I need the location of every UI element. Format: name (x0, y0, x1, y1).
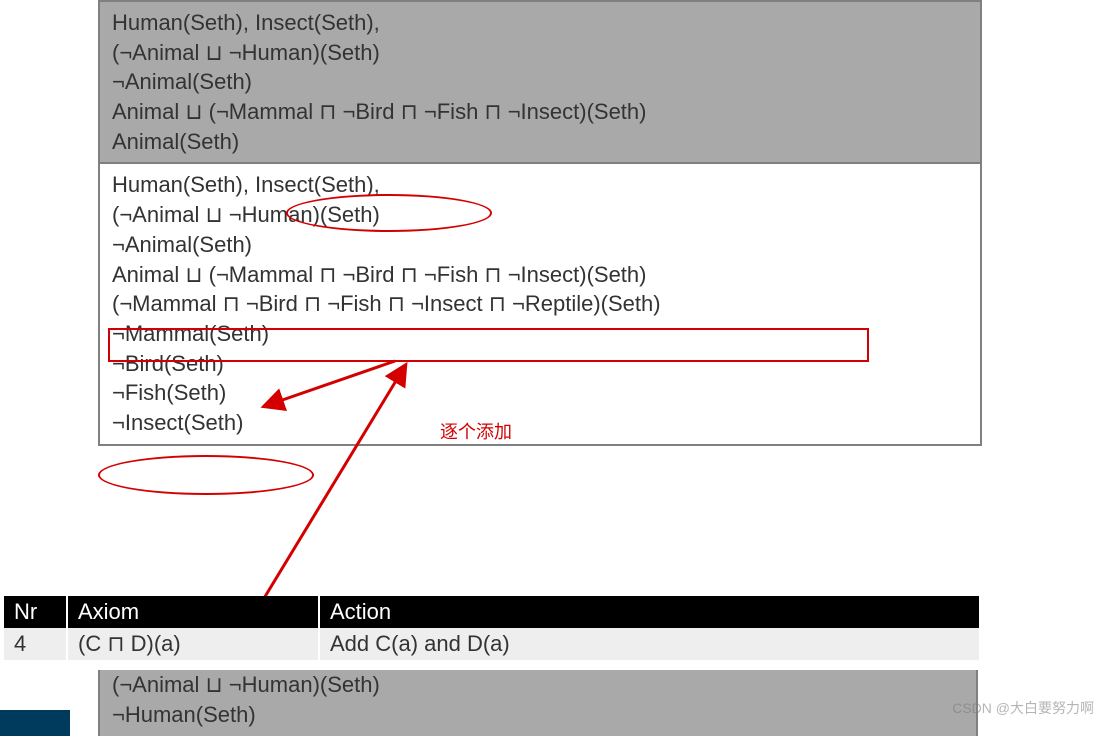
axiom-line: (¬Animal ⊔ ¬Human)(Seth) (112, 200, 968, 230)
slide-footer-strip (0, 710, 70, 736)
header-nr: Nr (4, 596, 67, 628)
top-gray-block: Human(Seth), Insect(Seth), (¬Animal ⊔ ¬H… (100, 2, 980, 164)
axiom-line: (¬Mammal ⊓ ¬Bird ⊓ ¬Fish ⊓ ¬Insect ⊓ ¬Re… (112, 289, 968, 319)
axiom-line: (¬Animal ⊔ ¬Human)(Seth) (112, 38, 968, 68)
axiom-line: ¬Fish(Seth) (112, 378, 968, 408)
axiom-line: Animal ⊔ (¬Mammal ⊓ ¬Bird ⊓ ¬Fish ⊓ ¬Ins… (112, 260, 968, 290)
table-header-row: Nr Axiom Action (4, 596, 979, 628)
header-axiom: Axiom (67, 596, 319, 628)
axiom-line: ¬Bird(Seth) (112, 349, 968, 379)
axiom-line: Animal(Seth) (112, 127, 968, 157)
bottom-gray-block: (¬Animal ⊔ ¬Human)(Seth) ¬Human(Seth) (98, 670, 978, 736)
axiom-line: ¬Insect(Seth) (112, 408, 968, 438)
cell-action: Add C(a) and D(a) (319, 628, 979, 660)
axiom-line: Human(Seth), Insect(Seth), (112, 8, 968, 38)
axiom-line: ¬Animal(Seth) (112, 230, 968, 260)
axiom-line: Human(Seth), Insect(Seth), (112, 170, 968, 200)
table-row: 4 (C ⊓ D)(a) Add C(a) and D(a) (4, 628, 979, 660)
axiom-line: (¬Animal ⊔ ¬Human)(Seth) (112, 670, 964, 700)
axiom-line: Animal ⊔ (¬Mammal ⊓ ¬Bird ⊓ ¬Fish ⊓ ¬Ins… (112, 97, 968, 127)
annotation-circle-not-insect (98, 455, 314, 495)
proof-box: Human(Seth), Insect(Seth), (¬Animal ⊔ ¬H… (98, 0, 982, 446)
axiom-line: ¬Animal(Seth) (112, 67, 968, 97)
axiom-line: ¬Human(Seth) (112, 700, 964, 730)
watermark: CSDN @大白要努力啊 (952, 698, 1094, 718)
header-action: Action (319, 596, 979, 628)
axiom-line: ¬Mammal(Seth) (112, 319, 968, 349)
cell-axiom: (C ⊓ D)(a) (67, 628, 319, 660)
rule-table: Nr Axiom Action 4 (C ⊓ D)(a) Add C(a) an… (4, 596, 979, 660)
mid-white-block: Human(Seth), Insect(Seth), (¬Animal ⊔ ¬H… (100, 164, 980, 443)
cell-nr: 4 (4, 628, 67, 660)
